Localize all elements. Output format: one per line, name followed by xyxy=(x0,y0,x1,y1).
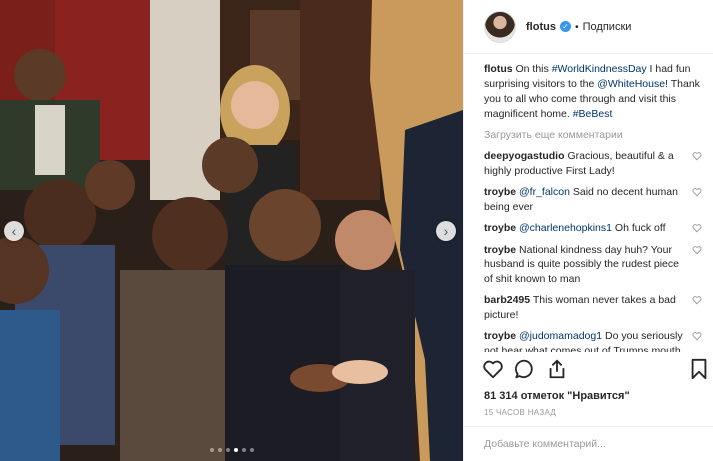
comment-like-heart-icon[interactable] xyxy=(692,245,702,255)
following-button[interactable]: Подписки xyxy=(583,21,632,33)
post-photo[interactable]: ‹ › xyxy=(0,0,463,461)
chevron-right-icon: › xyxy=(443,223,449,239)
avatar[interactable] xyxy=(484,10,516,43)
post-side-panel: flotus ✓ • Подписки flotus On this #Worl… xyxy=(463,0,713,461)
comment-item: barb2495 This woman never takes a bad pi… xyxy=(484,293,702,322)
comment-like-heart-icon[interactable] xyxy=(692,187,702,197)
caption-link[interactable]: @WhiteHouse xyxy=(597,78,665,90)
comment-mention-link[interactable]: @charlenehopkins1 xyxy=(519,222,612,234)
comment-item: troybe @judomamadog1 Do you seriously no… xyxy=(484,329,702,352)
comment-username[interactable]: barb2495 xyxy=(484,294,530,306)
caption-link[interactable]: #BeBest xyxy=(573,108,613,120)
comment-username[interactable]: troybe xyxy=(484,186,516,198)
comment-mention-link[interactable]: @fr_falcon xyxy=(519,186,570,198)
likes-count[interactable]: 81 314 отметок "Нравится" xyxy=(484,390,630,402)
carousel-indicator xyxy=(0,448,463,452)
comment-like-heart-icon[interactable] xyxy=(692,151,702,161)
author-username[interactable]: flotus xyxy=(526,21,556,33)
carousel-dot xyxy=(217,448,222,452)
add-comment-bar xyxy=(464,426,713,461)
post-timestamp: 15 ЧАСОВ НАЗАД xyxy=(484,408,557,417)
photo-image xyxy=(0,0,463,461)
caption-link[interactable]: #WorldKindnessDay xyxy=(552,63,647,75)
caption-text: On this #WorldKindnessDay I had fun surp… xyxy=(484,63,700,120)
comment-input[interactable] xyxy=(484,438,694,450)
comment-like-heart-icon[interactable] xyxy=(692,223,702,233)
comment-item: deepyogastudio Gracious, beautiful & a h… xyxy=(484,149,702,178)
comment-item: troybe @fr_falcon Said no decent human b… xyxy=(484,185,702,214)
carousel-dot xyxy=(209,448,214,452)
verified-badge-icon: ✓ xyxy=(559,21,571,32)
comment-mention-link[interactable]: @judomamadog1 xyxy=(519,330,602,342)
load-more-comments-button[interactable]: Загрузить еще комментарии xyxy=(484,129,702,141)
carousel-dot xyxy=(225,448,230,452)
prev-photo-button[interactable]: ‹ xyxy=(4,221,24,241)
comment-item: troybe @charlenehopkins1 Oh fuck off xyxy=(484,221,702,236)
heart-icon[interactable] xyxy=(482,358,504,380)
comment-username[interactable]: deepyogastudio xyxy=(484,150,565,162)
comment-like-heart-icon[interactable] xyxy=(692,295,702,305)
comment-username[interactable]: troybe xyxy=(484,244,516,256)
caption-username[interactable]: flotus xyxy=(484,63,513,75)
chevron-left-icon: ‹ xyxy=(11,223,17,239)
next-photo-button[interactable]: › xyxy=(436,221,456,241)
comments-list: flotus On this #WorldKindnessDay I had f… xyxy=(464,62,713,352)
share-icon[interactable] xyxy=(546,358,568,380)
comment-like-heart-icon[interactable] xyxy=(692,331,702,341)
comment-text: Oh fuck off xyxy=(611,222,666,234)
carousel-dot xyxy=(233,448,238,452)
comment-username[interactable]: troybe xyxy=(484,222,516,234)
caption-fragment: On this xyxy=(512,63,552,75)
action-bar xyxy=(464,358,713,384)
comment-item: troybe National kindness day huh? Your h… xyxy=(484,243,702,287)
header-separator: • xyxy=(574,20,579,33)
comment-icon[interactable] xyxy=(514,358,536,380)
carousel-dot xyxy=(241,448,246,452)
comment-items: deepyogastudio Gracious, beautiful & a h… xyxy=(484,149,702,352)
bookmark-icon[interactable] xyxy=(689,358,709,380)
post-caption: flotus On this #WorldKindnessDay I had f… xyxy=(484,62,702,122)
post-header: flotus ✓ • Подписки xyxy=(464,0,713,54)
comment-username[interactable]: troybe xyxy=(484,330,516,342)
carousel-dot xyxy=(249,448,254,452)
